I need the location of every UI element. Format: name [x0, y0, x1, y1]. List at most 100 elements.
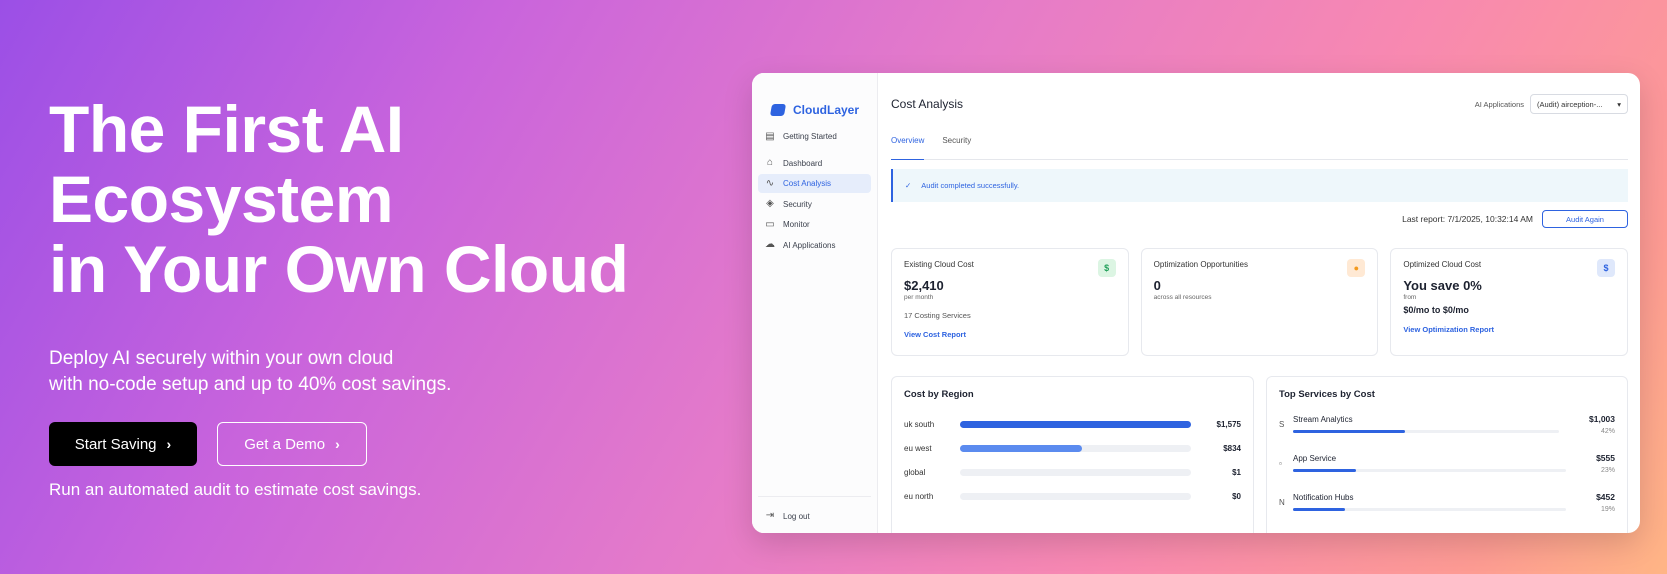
region-value: $1,575 — [1216, 419, 1241, 429]
top-services-panel: Top Services by Cost S Stream Analytics $1… — [1266, 376, 1628, 533]
sidebar-item-label: Security — [783, 199, 812, 209]
app-preview-window: CloudLayer ▤ Getting Started ⌂ Dashboard… — [752, 73, 1640, 533]
region-name: uk south — [904, 419, 935, 429]
tabs: Overview Security — [891, 135, 1628, 160]
service-stats: $1,003 42% — [1589, 412, 1615, 435]
region-value: $0 — [1232, 491, 1241, 501]
cost-by-region-panel: Cost by Region uk south $1,575 eu west $834… — [891, 376, 1254, 533]
app-select-value: (Audit) airception-... — [1537, 99, 1603, 109]
service-info: Stream Analytics — [1293, 412, 1589, 433]
clipboard-icon: ▤ — [765, 130, 775, 142]
service-cost: $452 — [1596, 492, 1615, 502]
card-title: Optimization Opportunities — [1153, 260, 1248, 269]
sidebar: CloudLayer ▤ Getting Started ⌂ Dashboard… — [752, 73, 878, 533]
region-bar-fill — [960, 444, 1083, 452]
region-list: uk south $1,575 eu west $834 global $1 eu nort… — [904, 412, 1241, 508]
service-bar-fill — [1293, 469, 1356, 472]
region-name: eu west — [904, 443, 932, 453]
hero-title-line: in Your Own Cloud — [49, 232, 629, 306]
success-alert: ✓ Audit completed successfully. — [891, 169, 1628, 202]
app-selector: AI Applications (Audit) airception-... ▾ — [1475, 94, 1628, 114]
sidebar-item-label: Cost Analysis — [783, 179, 832, 188]
region-bar-track — [960, 420, 1191, 428]
card-value: 0 — [1153, 278, 1161, 293]
view-cost-report-link[interactable]: View Cost Report — [904, 330, 1116, 339]
service-percent: 42% — [1600, 428, 1615, 435]
lightbulb-icon: ● — [1347, 259, 1366, 277]
service-row: S Stream Analytics $1,003 42% — [1279, 412, 1615, 451]
sidebar-item-dashboard[interactable]: ⌂ Dashboard — [758, 154, 871, 173]
dollar-icon: $ — [1097, 259, 1116, 277]
app-select-dropdown[interactable]: (Audit) airception-... ▾ — [1530, 94, 1628, 114]
service-cost: $555 — [1596, 453, 1615, 463]
sidebar-item-cost-analysis[interactable]: ∿ Cost Analysis — [758, 174, 871, 193]
report-row: Last report: 7/1/2025, 10:32:14 AM Audit… — [891, 210, 1628, 228]
service-name: Notification Hubs — [1293, 493, 1354, 502]
start-saving-label: Start Saving — [74, 435, 157, 453]
card-value: $2,410 — [904, 278, 944, 293]
shield-icon: ◈ — [766, 198, 774, 209]
monitor-icon: ▭ — [765, 218, 775, 230]
chevron-right-icon: › — [335, 436, 340, 452]
service-bar-fill — [1293, 508, 1345, 511]
sidebar-item-ai-applications[interactable]: ☁ AI Applications — [758, 236, 871, 255]
region-row: eu north $0 — [904, 484, 1241, 508]
region-row: uk south $1,575 — [904, 412, 1241, 436]
sidebar-item-label: Getting Started — [783, 132, 837, 141]
service-info: App Service — [1293, 451, 1596, 472]
hero-subtitle-line: Deploy AI securely within your own cloud — [49, 348, 394, 369]
alert-text: Audit completed successfully. — [921, 181, 1020, 190]
card-sub: per month — [904, 294, 934, 301]
sidebar-item-monitor[interactable]: ▭ Monitor — [758, 215, 871, 234]
summary-cards: Existing Cloud Cost $ $2,410 per month 1… — [891, 248, 1629, 356]
last-report-text: Last report: 7/1/2025, 10:32:14 AM — [1402, 214, 1533, 224]
get-demo-button[interactable]: Get a Demo › — [217, 422, 367, 466]
panel-title: Top Services by Cost — [1279, 389, 1375, 400]
service-letter-icon: N — [1279, 498, 1285, 507]
cloud-icon: ☁ — [765, 239, 775, 250]
optimized-cost-card: Optimized Cloud Cost $ You save 0% from … — [1390, 248, 1629, 356]
card-range: $0/mo to $0/mo — [1403, 305, 1469, 315]
region-row: global $1 — [904, 460, 1241, 484]
tab-security[interactable]: Security — [942, 135, 971, 159]
service-row: N Notification Hubs $452 19% — [1279, 490, 1615, 529]
region-value: $1 — [1232, 467, 1241, 477]
panel-title: Cost by Region — [904, 389, 974, 400]
page-title: Cost Analysis — [891, 97, 964, 111]
logout-icon: ⇥ — [765, 510, 775, 521]
divider — [758, 496, 871, 497]
sidebar-item-getting-started[interactable]: ▤ Getting Started — [758, 127, 871, 146]
main-header: Cost Analysis AI Applications (Audit) ai… — [891, 73, 1628, 135]
audit-again-button[interactable]: Audit Again — [1542, 210, 1628, 228]
sidebar-item-security[interactable]: ◈ Security — [758, 195, 871, 214]
dollar-icon: $ — [1597, 259, 1616, 277]
service-stats: $452 19% — [1596, 490, 1615, 513]
region-bar-fill — [960, 420, 1191, 428]
card-extra: 17 Costing Services — [904, 311, 971, 320]
region-bar-track — [960, 492, 1191, 500]
service-image-icon: ▫ — [1279, 459, 1282, 468]
chevron-right-icon: › — [166, 436, 172, 452]
service-letter-icon: S — [1279, 420, 1285, 429]
sidebar-item-label: AI Applications — [783, 240, 836, 250]
tab-overview[interactable]: Overview — [891, 135, 925, 160]
app-select-label: AI Applications — [1474, 99, 1524, 109]
region-bar-track — [960, 468, 1191, 476]
brand-name: CloudLayer — [793, 103, 860, 117]
service-stats: $555 23% — [1596, 451, 1615, 474]
region-name: eu north — [904, 491, 934, 501]
sidebar-item-label: Dashboard — [783, 158, 823, 168]
view-optimization-report-link[interactable]: View Optimization Report — [1403, 325, 1615, 334]
start-saving-button[interactable]: Start Saving › — [49, 422, 197, 466]
brand[interactable]: CloudLayer — [752, 73, 877, 127]
region-name: global — [904, 467, 926, 477]
service-bar-track — [1293, 430, 1559, 433]
sidebar-nav: ▤ Getting Started ⌂ Dashboard ∿ Cost Ana… — [752, 127, 877, 255]
service-bar-track — [1293, 508, 1567, 511]
logout-button[interactable]: ⇥ Log out — [765, 511, 810, 521]
region-value: $834 — [1223, 443, 1241, 453]
hero-subtitle-line: with no-code setup and up to 40% cost sa… — [49, 374, 452, 395]
service-bar-fill — [1293, 430, 1405, 433]
get-demo-label: Get a Demo — [244, 435, 326, 453]
card-sub: across all resources — [1153, 294, 1212, 301]
